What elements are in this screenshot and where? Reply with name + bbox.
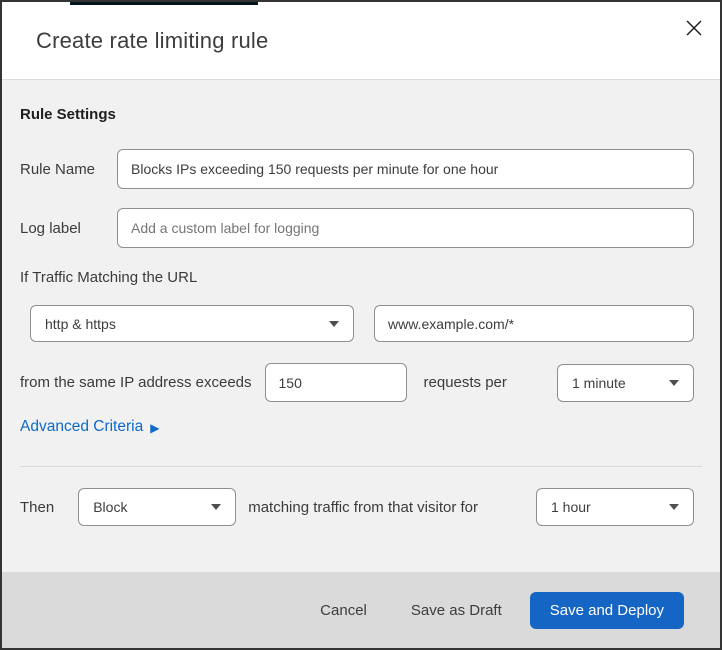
advanced-criteria-link[interactable]: Advanced Criteria ▶ [20, 418, 159, 436]
dialog-footer: Cancel Save as Draft Save and Deploy [2, 572, 720, 648]
scheme-select[interactable]: http & https [30, 305, 354, 342]
requests-count-input[interactable] [264, 363, 407, 402]
rule-name-row: Rule Name [20, 149, 702, 189]
chevron-down-icon [669, 379, 679, 386]
log-label-label: Log label [20, 219, 81, 237]
dialog-header: Create rate limiting rule [2, 2, 720, 80]
requests-per-text: requests per [423, 374, 507, 391]
action-row: Then Block matching traffic from that vi… [20, 488, 702, 526]
threshold-row: from the same IP address exceeds request… [20, 363, 702, 402]
dialog-body: Rule Settings Rule Name Log label If Tra… [2, 106, 720, 526]
period-select[interactable]: 1 minute [557, 363, 694, 402]
url-match-row: http & https [30, 305, 702, 342]
then-text: Then [20, 498, 55, 516]
action-select[interactable]: Block [78, 488, 237, 526]
page-title: Create rate limiting rule [36, 27, 269, 53]
chevron-down-icon [669, 504, 679, 510]
chevron-down-icon [329, 320, 339, 327]
duration-select[interactable]: 1 hour [536, 488, 694, 526]
close-button[interactable] [683, 19, 705, 41]
log-label-row: Log label [20, 208, 702, 248]
log-label-input[interactable] [117, 208, 694, 248]
matching-traffic-text: matching traffic from that visitor for [248, 498, 479, 516]
cancel-button[interactable]: Cancel [320, 602, 367, 619]
advanced-criteria-label: Advanced Criteria [20, 418, 144, 435]
traffic-match-intro: If Traffic Matching the URL [20, 269, 198, 286]
duration-select-value: 1 hour [551, 499, 591, 515]
save-and-deploy-button[interactable]: Save and Deploy [529, 591, 684, 629]
period-select-value: 1 minute [572, 374, 626, 391]
scheme-select-value: http & https [45, 315, 116, 332]
chevron-down-icon [211, 504, 222, 510]
expand-arrow-icon: ▶ [150, 420, 160, 435]
action-select-value: Block [93, 499, 128, 515]
threshold-prefix-text: from the same IP address exceeds [20, 374, 252, 391]
rule-settings-heading: Rule Settings [20, 106, 116, 123]
save-as-draft-button[interactable]: Save as Draft [411, 602, 502, 619]
rule-name-input[interactable] [117, 149, 694, 189]
section-divider [20, 466, 702, 467]
close-icon [685, 19, 703, 42]
rule-name-label: Rule Name [20, 160, 96, 178]
create-rate-limiting-rule-dialog: Create rate limiting rule Rule Settings … [0, 0, 722, 650]
background-page-edge [70, 2, 258, 5]
url-pattern-input[interactable] [374, 305, 694, 342]
